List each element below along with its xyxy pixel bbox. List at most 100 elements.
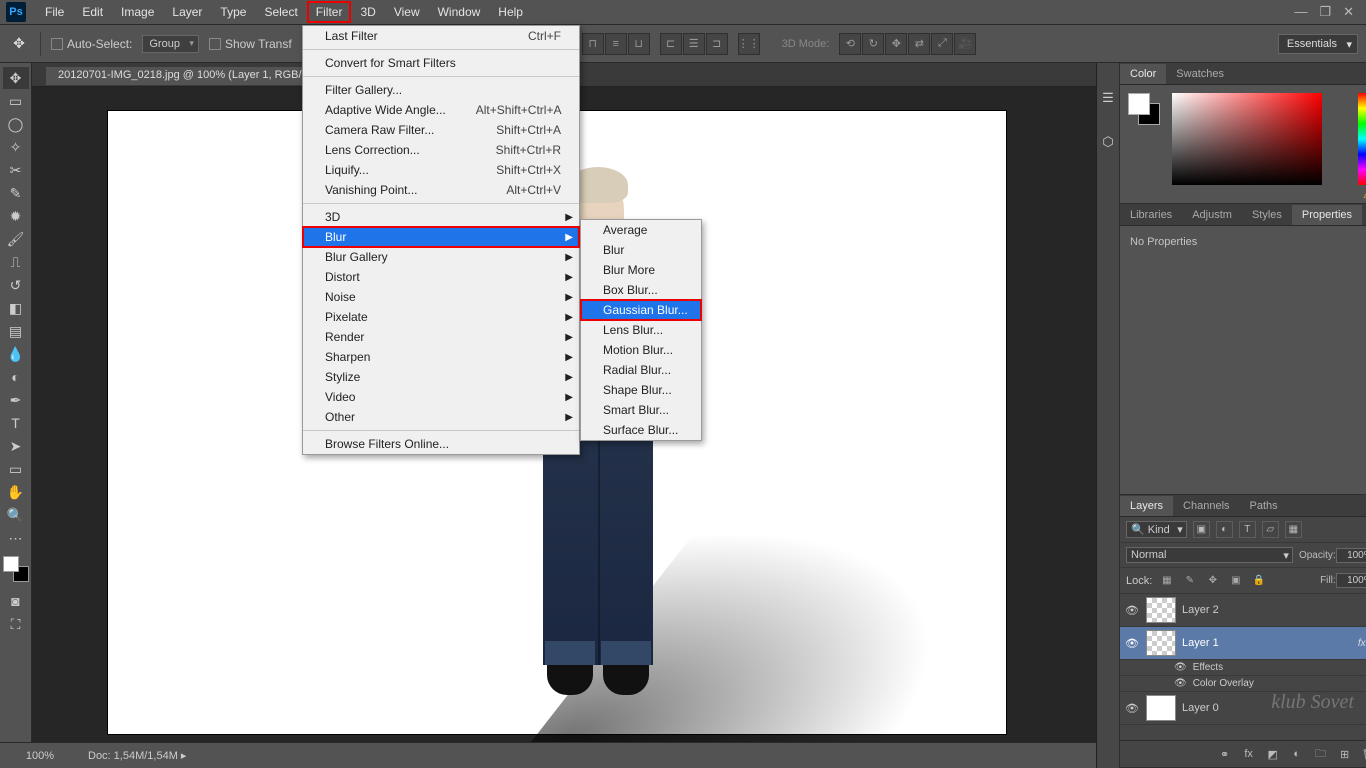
mi-other[interactable]: Other▶: [303, 407, 579, 427]
layer-row[interactable]: 👁 Layer 1 fx ▾: [1120, 627, 1366, 660]
menu-image[interactable]: Image: [112, 1, 163, 23]
mi-render[interactable]: Render▶: [303, 327, 579, 347]
foreground-color[interactable]: [3, 556, 19, 572]
workspace-dropdown[interactable]: Essentials: [1278, 34, 1358, 54]
3d-slide-icon[interactable]: ⇄: [908, 33, 930, 55]
blend-mode-dropdown[interactable]: Normal▾: [1126, 547, 1293, 563]
3d-roll-icon[interactable]: ↻: [862, 33, 884, 55]
mi-average[interactable]: Average: [581, 220, 701, 240]
visibility-icon[interactable]: 👁: [1124, 604, 1140, 617]
menu-window[interactable]: Window: [429, 1, 490, 23]
mi-motion-blur[interactable]: Motion Blur...: [581, 340, 701, 360]
mi-vanishing-point[interactable]: Vanishing Point...Alt+Ctrl+V: [303, 180, 579, 200]
tab-color[interactable]: Color: [1120, 64, 1166, 84]
pen-tool[interactable]: ✒: [3, 389, 29, 411]
properties-panel-menu-icon[interactable]: ≡: [1362, 206, 1366, 225]
eyedropper-tool[interactable]: ✎: [3, 182, 29, 204]
mi-convert-smart[interactable]: Convert for Smart Filters: [303, 49, 579, 73]
screen-mode-tool[interactable]: ⛶: [3, 613, 29, 635]
layer-mask-icon[interactable]: ◩: [1264, 745, 1282, 763]
3d-camera-icon[interactable]: 🎥: [954, 33, 976, 55]
layer-effect-item[interactable]: 👁Color Overlay: [1120, 676, 1366, 692]
mi-blur-more[interactable]: Blur More: [581, 260, 701, 280]
mi-smart-blur[interactable]: Smart Blur...: [581, 400, 701, 420]
3d-icon[interactable]: ⬡: [1097, 131, 1119, 153]
type-tool[interactable]: T: [3, 412, 29, 434]
3d-orbit-icon[interactable]: ⟲: [839, 33, 861, 55]
tab-paths[interactable]: Paths: [1240, 496, 1288, 516]
lock-artboard-icon[interactable]: ▣: [1227, 572, 1244, 589]
mi-blur-simple[interactable]: Blur: [581, 240, 701, 260]
mi-box-blur[interactable]: Box Blur...: [581, 280, 701, 300]
edit-toolbar[interactable]: ⋯: [3, 527, 29, 549]
delete-layer-icon[interactable]: 🗑: [1360, 745, 1366, 763]
layer-effects-row[interactable]: 👁Effects: [1120, 660, 1366, 676]
mi-blur-gallery[interactable]: Blur Gallery▶: [303, 247, 579, 267]
filter-type-icon[interactable]: T: [1239, 521, 1256, 538]
visibility-icon[interactable]: 👁: [1174, 678, 1187, 689]
mi-surface-blur[interactable]: Surface Blur...: [581, 420, 701, 440]
path-select-tool[interactable]: ➤: [3, 435, 29, 457]
menu-edit[interactable]: Edit: [73, 1, 112, 23]
color-panel-menu-icon[interactable]: ≡: [1362, 65, 1366, 84]
brush-tool[interactable]: 🖌: [3, 228, 29, 250]
visibility-icon[interactable]: 👁: [1124, 637, 1140, 650]
align-vcenter-icon[interactable]: ≡: [605, 33, 627, 55]
menu-type[interactable]: Type: [211, 1, 255, 23]
tab-properties[interactable]: Properties: [1292, 205, 1362, 225]
blur-tool[interactable]: 💧: [3, 343, 29, 365]
layer-thumbnail[interactable]: [1146, 630, 1176, 656]
layer-name[interactable]: Layer 2: [1182, 604, 1366, 616]
mi-video[interactable]: Video▶: [303, 387, 579, 407]
menu-select[interactable]: Select: [255, 1, 306, 23]
mi-3d[interactable]: 3D▶: [303, 203, 579, 227]
layer-thumbnail[interactable]: [1146, 597, 1176, 623]
mi-lens-correction[interactable]: Lens Correction...Shift+Ctrl+R: [303, 140, 579, 160]
distribute-icon[interactable]: ⋮⋮: [738, 33, 760, 55]
align-right-icon[interactable]: ⊐: [706, 33, 728, 55]
opacity-input[interactable]: [1336, 548, 1366, 563]
history-icon[interactable]: ☰: [1097, 87, 1119, 109]
mi-pixelate[interactable]: Pixelate▶: [303, 307, 579, 327]
lock-all-icon[interactable]: 🔒: [1250, 572, 1267, 589]
stamp-tool[interactable]: ⎍: [3, 251, 29, 273]
lock-move-icon[interactable]: ✥: [1204, 572, 1221, 589]
filter-pixel-icon[interactable]: ▣: [1193, 521, 1210, 538]
mi-radial-blur[interactable]: Radial Blur...: [581, 360, 701, 380]
align-left-icon[interactable]: ⊏: [660, 33, 682, 55]
mi-sharpen[interactable]: Sharpen▶: [303, 347, 579, 367]
lock-position-icon[interactable]: ✎: [1181, 572, 1198, 589]
mi-gaussian-blur[interactable]: Gaussian Blur...: [581, 300, 701, 320]
mi-blur[interactable]: Blur▶: [303, 227, 579, 247]
document-tab[interactable]: 20120701-IMG_0218.jpg @ 100% (Layer 1, R…: [46, 64, 314, 85]
filter-shape-icon[interactable]: ▱: [1262, 521, 1279, 538]
fill-input[interactable]: [1336, 573, 1366, 588]
new-layer-icon[interactable]: ⊞: [1336, 745, 1354, 763]
mi-distort[interactable]: Distort▶: [303, 267, 579, 287]
tab-channels[interactable]: Channels: [1173, 496, 1239, 516]
fx-badge[interactable]: fx: [1358, 638, 1366, 649]
align-bottom-icon[interactable]: ⊔: [628, 33, 650, 55]
menu-help[interactable]: Help: [489, 1, 532, 23]
zoom-level[interactable]: 100%: [10, 750, 70, 762]
filter-adjust-icon[interactable]: ◐: [1216, 521, 1233, 538]
color-fgbg[interactable]: [1128, 93, 1160, 125]
visibility-icon[interactable]: 👁: [1124, 702, 1140, 715]
zoom-tool[interactable]: 🔍: [3, 504, 29, 526]
hue-slider[interactable]: [1358, 93, 1366, 185]
mi-stylize[interactable]: Stylize▶: [303, 367, 579, 387]
adjustment-layer-icon[interactable]: ◐: [1288, 745, 1306, 763]
tab-layers[interactable]: Layers: [1120, 496, 1173, 516]
show-transform-checkbox[interactable]: Show Transf: [209, 37, 292, 51]
mi-noise[interactable]: Noise▶: [303, 287, 579, 307]
lock-pixels-icon[interactable]: ▦: [1158, 572, 1175, 589]
move-tool[interactable]: ✥: [3, 67, 29, 89]
layer-row[interactable]: 👁 Layer 2: [1120, 594, 1366, 627]
tab-adjustments[interactable]: Adjustm: [1182, 205, 1242, 225]
menu-filter[interactable]: Filter: [307, 1, 352, 23]
align-top-icon[interactable]: ⊓: [582, 33, 604, 55]
healing-tool[interactable]: ✹: [3, 205, 29, 227]
lasso-tool[interactable]: ◯: [3, 113, 29, 135]
mi-camera-raw[interactable]: Camera Raw Filter...Shift+Ctrl+A: [303, 120, 579, 140]
doc-info[interactable]: Doc: 1,54M/1,54M: [88, 749, 186, 762]
